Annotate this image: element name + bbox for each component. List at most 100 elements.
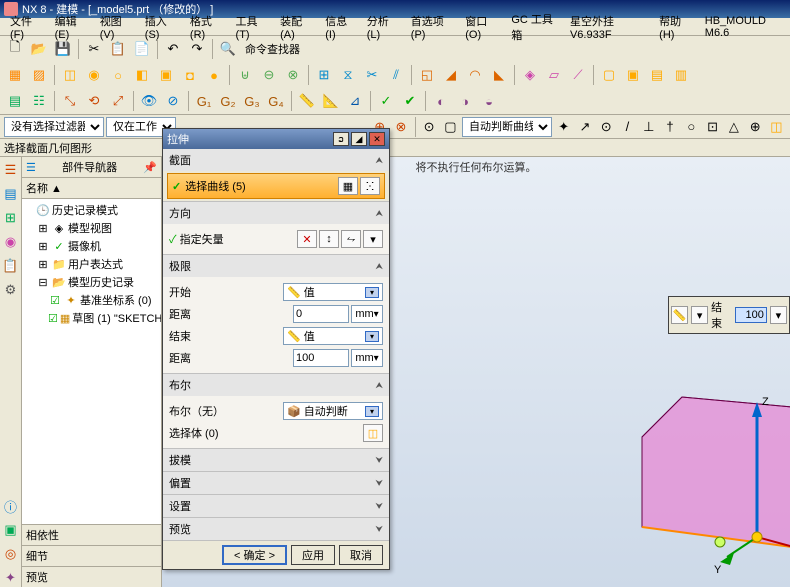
shell-icon[interactable]: ◱	[416, 64, 438, 86]
pt4-icon[interactable]: /	[618, 116, 637, 138]
menu-info[interactable]: 信息(I)	[319, 12, 358, 42]
pt5-icon[interactable]: ⊥	[639, 116, 658, 138]
trim-icon[interactable]: ✂	[361, 64, 383, 86]
menu-help[interactable]: 帮助(H)	[653, 12, 697, 42]
layer-icon[interactable]: ▤	[4, 90, 26, 112]
dyn-value-input[interactable]	[735, 307, 767, 323]
section-header-offset[interactable]: 偏置⮟	[163, 472, 389, 494]
box1-icon[interactable]: ▢	[598, 64, 620, 86]
sys-tab-icon[interactable]: ✦	[2, 569, 20, 587]
undo-icon[interactable]: ↶	[162, 38, 184, 60]
nav-tab-icon[interactable]: ☰	[2, 161, 20, 179]
copy-icon[interactable]: 📋	[107, 38, 129, 60]
pt10-icon[interactable]: ⊕	[746, 116, 765, 138]
layers-icon[interactable]: ☷	[28, 90, 50, 112]
pt1-icon[interactable]: ✦	[554, 116, 573, 138]
plane-icon[interactable]: ▱	[543, 64, 565, 86]
end-distance-input[interactable]	[293, 349, 349, 367]
snap4-icon[interactable]: ▢	[441, 116, 460, 138]
section-header-preview[interactable]: 预览⮟	[163, 518, 389, 540]
pt11-icon[interactable]: ◫	[767, 116, 786, 138]
pt6-icon[interactable]: †	[660, 116, 679, 138]
ok-button[interactable]: < 确定 >	[222, 545, 287, 565]
tree-item-sketch[interactable]: ☑▦草图 (1) "SKETCH_0	[24, 309, 159, 327]
hide-icon[interactable]: ⊘	[162, 90, 184, 112]
section-header-draft[interactable]: 拔模⮟	[163, 449, 389, 471]
menu-tools[interactable]: 工具(T)	[230, 12, 273, 42]
g3-icon[interactable]: G₃	[241, 90, 263, 112]
menu-window[interactable]: 窗口(O)	[459, 12, 503, 42]
unit-mm-2[interactable]: mm ▾	[351, 349, 383, 367]
feature-icon[interactable]: ◧	[131, 64, 153, 86]
dialog-close-icon[interactable]: ✕	[369, 132, 385, 146]
pt7-icon[interactable]: ○	[682, 116, 701, 138]
new-icon[interactable]: 🗋	[4, 38, 26, 60]
tree-item-datum-csys[interactable]: ☑✦基准坐标系 (0)	[24, 291, 159, 309]
cmdfinder-icon[interactable]: 🔍	[217, 38, 239, 60]
menu-edit[interactable]: 编辑(E)	[49, 12, 92, 42]
dialog-help-icon[interactable]: ◢	[351, 132, 367, 146]
blend-icon[interactable]: ◠	[464, 64, 486, 86]
start-type-dropdown[interactable]: 📏 值▾	[283, 283, 383, 301]
pt2-icon[interactable]: ↗	[575, 116, 594, 138]
pt8-icon[interactable]: ⊡	[703, 116, 722, 138]
section-header-settings[interactable]: 设置⮟	[163, 495, 389, 517]
vector-dd-icon[interactable]: ▾	[363, 230, 383, 248]
filter-select-3[interactable]: 自动判断曲线	[462, 117, 552, 137]
split-icon[interactable]: ⫽	[385, 64, 407, 86]
role-tab-icon[interactable]: ⚙	[2, 281, 20, 299]
render3-icon[interactable]: ◒	[478, 90, 500, 112]
render2-icon[interactable]: ◑	[454, 90, 476, 112]
start-distance-input[interactable]	[293, 305, 349, 323]
analyze-icon[interactable]: ✔	[399, 90, 421, 112]
dyn-limits-icon[interactable]: 📏	[671, 306, 688, 324]
paste-icon[interactable]: 📄	[131, 38, 153, 60]
nav-pin-icon[interactable]: 📌	[143, 161, 157, 174]
snap3-icon[interactable]: ⊙	[419, 116, 438, 138]
nav-preview[interactable]: 预览	[22, 566, 161, 587]
hole-icon[interactable]: ○	[107, 64, 129, 86]
nav-col-header[interactable]: 名称 ▲	[22, 178, 161, 199]
unite-icon[interactable]: ⊎	[234, 64, 256, 86]
unit-mm[interactable]: mm ▾	[351, 305, 383, 323]
menu-gctoolbox[interactable]: GC 工具箱	[505, 10, 562, 44]
select-curve-row[interactable]: ✓选择曲线 (5) ▦ ⵘ	[167, 173, 385, 199]
mirror-icon[interactable]: ⧖	[337, 64, 359, 86]
open-icon[interactable]: 📂	[28, 38, 50, 60]
pt9-icon[interactable]: △	[724, 116, 743, 138]
menu-view[interactable]: 视图(V)	[94, 12, 137, 42]
redo-icon[interactable]: ↷	[186, 38, 208, 60]
sketch-icon[interactable]: ▦	[4, 64, 26, 86]
asm-tab-icon[interactable]: ▤	[2, 185, 20, 203]
box4-icon[interactable]: ▥	[670, 64, 692, 86]
select-body-icon[interactable]: ◫	[363, 424, 383, 442]
menu-hbmould[interactable]: HB_MOULD M6.6	[699, 14, 786, 40]
menu-plugin[interactable]: 星空外挂 V6.933F	[564, 12, 651, 42]
extrude-icon[interactable]: ◫	[59, 64, 81, 86]
cut-icon[interactable]: ✂	[83, 38, 105, 60]
dynamic-input-box[interactable]: 📏 ▾ 结束 ▾	[668, 296, 790, 334]
tree-item-history-mode[interactable]: 🕒历史记录模式	[24, 201, 159, 219]
scale-icon[interactable]: ⤢	[107, 90, 129, 112]
datum-icon[interactable]: ◈	[519, 64, 541, 86]
pattern-icon[interactable]: ⊞	[313, 64, 335, 86]
g1-icon[interactable]: G₁	[193, 90, 215, 112]
meas3-icon[interactable]: ⊿	[344, 90, 366, 112]
section-header-section[interactable]: 截面⮝	[163, 149, 389, 171]
hist-tab-icon[interactable]: 📋	[2, 257, 20, 275]
g4-icon[interactable]: G₄	[265, 90, 287, 112]
dialog-titlebar[interactable]: 拉伸 ວ ◢ ✕	[163, 129, 389, 149]
tree-item-model-history[interactable]: ⊟📂模型历史记录	[24, 273, 159, 291]
const-tab-icon[interactable]: ⊞	[2, 209, 20, 227]
apply-button[interactable]: 应用	[291, 545, 335, 565]
sketch-section-icon[interactable]: ▦	[338, 177, 358, 195]
tree-item-user-expr[interactable]: ⊞📁用户表达式	[24, 255, 159, 273]
intersect-icon[interactable]: ⊗	[282, 64, 304, 86]
block-icon[interactable]: ▣	[155, 64, 177, 86]
render1-icon[interactable]: ◐	[430, 90, 452, 112]
section-header-boolean[interactable]: 布尔⮝	[163, 374, 389, 396]
vector-dialog-icon[interactable]: ↕	[319, 230, 339, 248]
box2-icon[interactable]: ▣	[622, 64, 644, 86]
chamfer-icon[interactable]: ◣	[488, 64, 510, 86]
tree-item-model-view[interactable]: ⊞◈模型视图	[24, 219, 159, 237]
